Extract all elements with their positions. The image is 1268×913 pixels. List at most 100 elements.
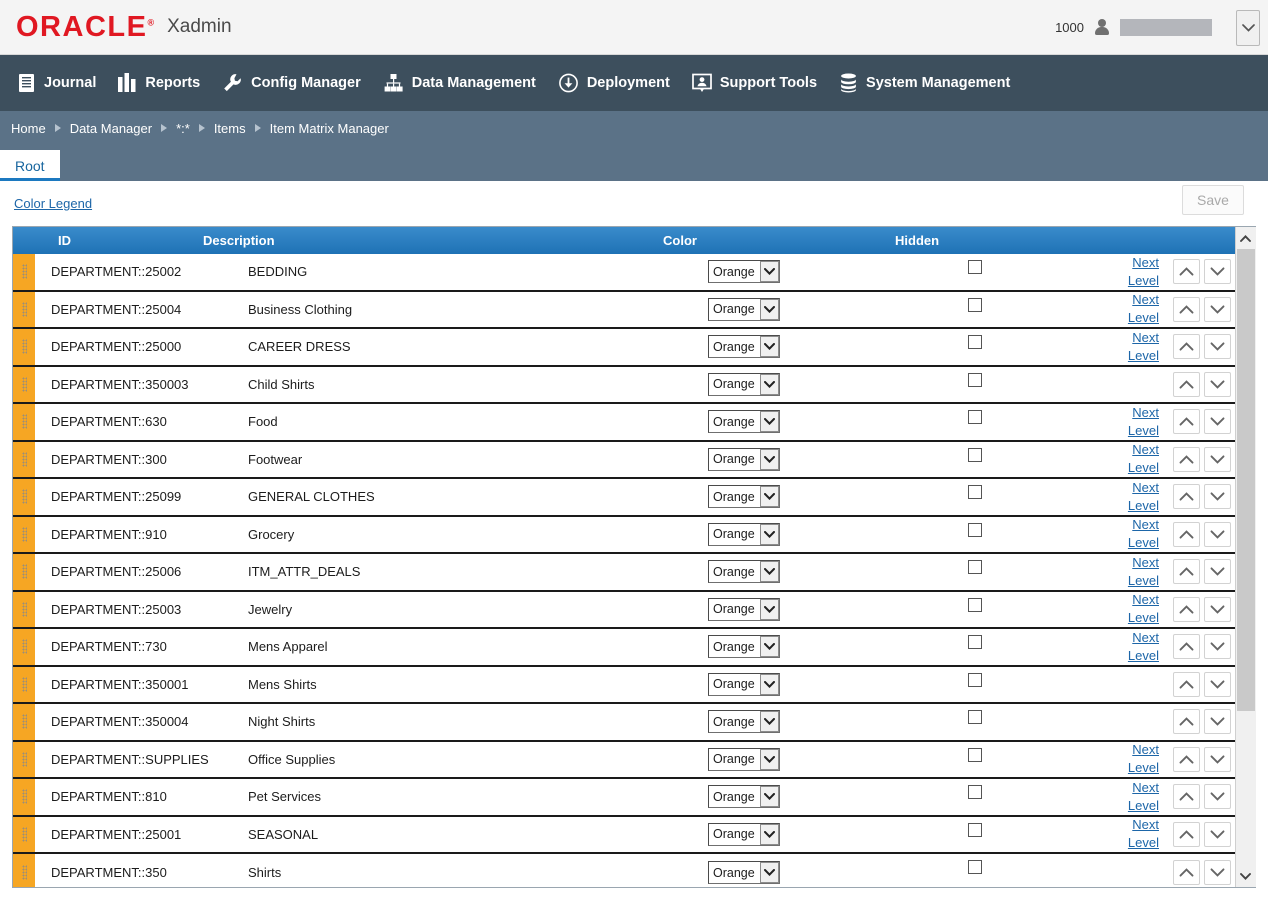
nav-item-system-management[interactable]: System Management <box>835 67 1028 99</box>
move-row-down-button[interactable] <box>1204 672 1231 697</box>
hidden-checkbox[interactable] <box>968 335 982 349</box>
move-row-down-button[interactable] <box>1204 860 1231 885</box>
next-level-link[interactable]: Next Level <box>1128 630 1159 663</box>
color-legend-link[interactable]: Color Legend <box>14 196 92 211</box>
table-row[interactable]: DEPARTMENT::25000 CAREER DRESS Orange Ne… <box>13 329 1235 367</box>
hidden-checkbox[interactable] <box>968 748 982 762</box>
next-level-link[interactable]: Next Level <box>1128 742 1159 775</box>
row-drag-handle[interactable] <box>13 367 35 403</box>
hidden-checkbox[interactable] <box>968 635 982 649</box>
move-row-up-button[interactable] <box>1173 484 1200 509</box>
table-row[interactable]: DEPARTMENT::730 Mens Apparel Orange Next… <box>13 629 1235 667</box>
table-row[interactable]: DEPARTMENT::25006 ITM_ATTR_DEALS Orange … <box>13 554 1235 592</box>
table-row[interactable]: DEPARTMENT::25001 SEASONAL Orange Next L… <box>13 817 1235 855</box>
hidden-checkbox[interactable] <box>968 260 982 274</box>
row-drag-handle[interactable] <box>13 704 35 740</box>
move-row-down-button[interactable] <box>1204 784 1231 809</box>
move-row-up-button[interactable] <box>1173 372 1200 397</box>
scroll-up-button[interactable] <box>1236 227 1256 249</box>
move-row-down-button[interactable] <box>1204 297 1231 322</box>
nav-item-config-manager[interactable]: Config Manager <box>218 67 379 99</box>
column-header-id[interactable]: ID <box>13 233 203 248</box>
move-row-up-button[interactable] <box>1173 259 1200 284</box>
move-row-down-button[interactable] <box>1204 409 1231 434</box>
column-header-hidden[interactable]: Hidden <box>895 233 1075 248</box>
user-menu-button[interactable] <box>1236 10 1260 46</box>
scrollbar-thumb[interactable] <box>1237 249 1255 711</box>
next-level-link[interactable]: Next Level <box>1128 817 1159 850</box>
color-select[interactable]: Orange <box>708 861 780 884</box>
table-row[interactable]: DEPARTMENT::300 Footwear Orange Next Lev… <box>13 442 1235 480</box>
move-row-down-button[interactable] <box>1204 447 1231 472</box>
breadcrumb-item-home[interactable]: Home <box>11 121 46 136</box>
row-drag-handle[interactable] <box>13 329 35 365</box>
next-level-link[interactable]: Next Level <box>1128 592 1159 625</box>
hidden-checkbox[interactable] <box>968 560 982 574</box>
move-row-down-button[interactable] <box>1204 559 1231 584</box>
nav-item-data-management[interactable]: Data Management <box>379 67 554 99</box>
move-row-down-button[interactable] <box>1204 597 1231 622</box>
move-row-down-button[interactable] <box>1204 259 1231 284</box>
table-row[interactable]: DEPARTMENT::25003 Jewelry Orange Next Le… <box>13 592 1235 630</box>
move-row-up-button[interactable] <box>1173 822 1200 847</box>
row-drag-handle[interactable] <box>13 292 35 328</box>
grid-vertical-scrollbar[interactable] <box>1235 227 1255 887</box>
move-row-up-button[interactable] <box>1173 522 1200 547</box>
breadcrumb-item-context[interactable]: *:* <box>176 121 190 136</box>
color-select[interactable]: Orange <box>708 560 780 583</box>
hidden-checkbox[interactable] <box>968 523 982 537</box>
move-row-up-button[interactable] <box>1173 409 1200 434</box>
move-row-up-button[interactable] <box>1173 634 1200 659</box>
hidden-checkbox[interactable] <box>968 785 982 799</box>
color-select[interactable]: Orange <box>708 298 780 321</box>
move-row-up-button[interactable] <box>1173 709 1200 734</box>
table-row[interactable]: DEPARTMENT::SUPPLIES Office Supplies Ora… <box>13 742 1235 780</box>
move-row-down-button[interactable] <box>1204 822 1231 847</box>
hidden-checkbox[interactable] <box>968 710 982 724</box>
next-level-link[interactable]: Next Level <box>1128 330 1159 363</box>
row-drag-handle[interactable] <box>13 442 35 478</box>
table-row[interactable]: DEPARTMENT::350 Shirts Orange <box>13 854 1235 887</box>
scrollbar-track[interactable] <box>1236 249 1256 865</box>
table-row[interactable]: DEPARTMENT::810 Pet Services Orange Next… <box>13 779 1235 817</box>
color-select[interactable]: Orange <box>708 523 780 546</box>
column-header-description[interactable]: Description <box>203 233 663 248</box>
color-select[interactable]: Orange <box>708 710 780 733</box>
hidden-checkbox[interactable] <box>968 448 982 462</box>
move-row-up-button[interactable] <box>1173 297 1200 322</box>
next-level-link[interactable]: Next Level <box>1128 442 1159 475</box>
table-row[interactable]: DEPARTMENT::25004 Business Clothing Oran… <box>13 292 1235 330</box>
color-select[interactable]: Orange <box>708 823 780 846</box>
move-row-down-button[interactable] <box>1204 334 1231 359</box>
save-button[interactable]: Save <box>1182 185 1244 215</box>
table-row[interactable]: DEPARTMENT::350003 Child Shirts Orange <box>13 367 1235 405</box>
table-row[interactable]: DEPARTMENT::25002 BEDDING Orange Next Le… <box>13 254 1235 292</box>
row-drag-handle[interactable] <box>13 742 35 778</box>
next-level-link[interactable]: Next Level <box>1128 517 1159 550</box>
row-drag-handle[interactable] <box>13 667 35 703</box>
move-row-up-button[interactable] <box>1173 597 1200 622</box>
hidden-checkbox[interactable] <box>968 298 982 312</box>
row-drag-handle[interactable] <box>13 854 35 887</box>
breadcrumb-item-items[interactable]: Items <box>214 121 246 136</box>
move-row-down-button[interactable] <box>1204 634 1231 659</box>
table-row[interactable]: DEPARTMENT::350001 Mens Shirts Orange <box>13 667 1235 705</box>
nav-item-journal[interactable]: Journal <box>18 67 114 99</box>
hidden-checkbox[interactable] <box>968 373 982 387</box>
row-drag-handle[interactable] <box>13 254 35 290</box>
hidden-checkbox[interactable] <box>968 823 982 837</box>
next-level-link[interactable]: Next Level <box>1128 480 1159 513</box>
move-row-up-button[interactable] <box>1173 447 1200 472</box>
row-drag-handle[interactable] <box>13 592 35 628</box>
scroll-down-button[interactable] <box>1236 865 1256 887</box>
column-header-color[interactable]: Color <box>663 233 895 248</box>
row-drag-handle[interactable] <box>13 779 35 815</box>
move-row-up-button[interactable] <box>1173 784 1200 809</box>
table-row[interactable]: DEPARTMENT::350004 Night Shirts Orange <box>13 704 1235 742</box>
hidden-checkbox[interactable] <box>968 598 982 612</box>
color-select[interactable]: Orange <box>708 373 780 396</box>
nav-item-reports[interactable]: Reports <box>114 67 218 99</box>
hidden-checkbox[interactable] <box>968 673 982 687</box>
color-select[interactable]: Orange <box>708 485 780 508</box>
table-row[interactable]: DEPARTMENT::910 Grocery Orange Next Leve… <box>13 517 1235 555</box>
